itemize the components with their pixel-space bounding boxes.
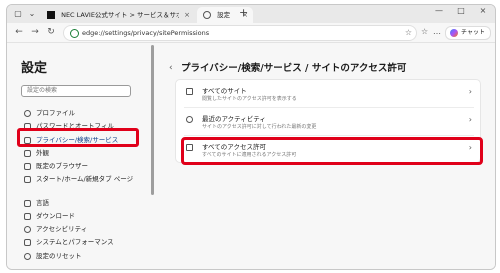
refresh-icon[interactable]: ↻: [45, 26, 57, 38]
close-window-button[interactable]: ×: [475, 6, 491, 15]
tab-close-icon[interactable]: ×: [184, 7, 190, 23]
address-url: edge://settings/privacy/sitePermissions: [82, 29, 210, 37]
row-all-sites[interactable]: すべてのサイト 閲覧したサイトのアクセス許可を表示する ›: [176, 80, 480, 107]
row-recent-activity[interactable]: 最近のアクティビティ サイトのアクセス許可に対して行われた最新の変更 ›: [176, 108, 480, 135]
sidebar-item-system[interactable]: システムとパフォーマンス: [21, 236, 141, 248]
forward-icon[interactable]: →: [29, 26, 41, 38]
sidebar-item-languages[interactable]: 言語: [21, 197, 141, 209]
accessibility-icon: [24, 225, 31, 233]
gear-icon: [203, 11, 211, 19]
recent-activity-icon: [186, 116, 193, 123]
highlight-privacy-item: [17, 128, 139, 147]
row-subtitle: 閲覧したサイトのアクセス許可を表示する: [202, 96, 297, 102]
download-icon: [24, 212, 31, 220]
maximize-button[interactable]: □: [453, 6, 469, 15]
tab-list-chevron-icon[interactable]: ⌄: [25, 8, 39, 20]
tab-nec-lavie[interactable]: NEC LAVIE公式サイト > サービス＆サポ ×: [41, 7, 195, 23]
sidebar-item-appearance[interactable]: 外観: [21, 147, 141, 159]
browser-icon: [24, 162, 31, 170]
more-menu-icon[interactable]: …: [433, 27, 441, 36]
page-title: プライバシー/検索/サービス / サイトのアクセス許可: [181, 63, 407, 74]
tab-title: 設定: [217, 11, 231, 19]
tab-actions-icon[interactable]: ▢: [11, 8, 25, 20]
system-icon: [24, 238, 31, 246]
browser-toolbar: ← → ↻ edge://settings/privacy/sitePermis…: [7, 23, 495, 43]
chevron-right-icon: ›: [468, 115, 472, 124]
sidebar-scrollbar[interactable]: [151, 45, 154, 195]
tab-strip: ▢ ⌄ NEC LAVIE公式サイト > サービス＆サポ × 設定 × + — …: [7, 5, 495, 23]
profile-icon: [24, 109, 31, 117]
favorite-star-icon[interactable]: ☆: [405, 26, 412, 40]
back-icon[interactable]: ←: [13, 26, 25, 38]
new-tab-button[interactable]: +: [239, 6, 248, 19]
back-chevron-icon[interactable]: ‹: [169, 63, 173, 73]
settings-search-input[interactable]: [21, 85, 131, 97]
row-subtitle: サイトのアクセス許可に対して行われた最新の変更: [202, 124, 317, 130]
address-bar[interactable]: edge://settings/privacy/sitePermissions …: [63, 25, 417, 41]
sidebar-item-downloads[interactable]: ダウンロード: [21, 210, 141, 222]
settings-title: 設定: [21, 61, 48, 76]
favorites-icon[interactable]: ☆: [421, 27, 428, 36]
appearance-icon: [24, 149, 31, 157]
minimize-button[interactable]: —: [431, 6, 447, 15]
browser-window: ▢ ⌄ NEC LAVIE公式サイト > サービス＆サポ × 設定 × + — …: [6, 4, 496, 270]
highlight-all-permissions: [181, 137, 483, 165]
chat-button[interactable]: チャット: [445, 26, 491, 40]
sidebar-item-profile[interactable]: プロファイル: [21, 107, 141, 119]
reset-icon: [24, 252, 31, 260]
sidebar-item-accessibility[interactable]: アクセシビリティ: [21, 223, 141, 235]
all-sites-icon: [186, 88, 193, 95]
chevron-right-icon: ›: [468, 87, 472, 96]
settings-sidebar: 設定 プロファイル パスワードとオートフィル プライバシー/検索/サービス 外観…: [7, 43, 151, 269]
sidebar-item-default-browser[interactable]: 既定のブラウザー: [21, 160, 141, 172]
sidebar-item-reset[interactable]: 設定のリセット: [21, 250, 141, 262]
nec-favicon-icon: [47, 11, 55, 19]
row-title: すべてのサイト: [202, 87, 247, 95]
copilot-icon: [450, 29, 458, 37]
row-title: 最近のアクティビティ: [202, 115, 266, 123]
tab-title: NEC LAVIE公式サイト > サービス＆サポ: [61, 11, 180, 19]
sidebar-item-start-home[interactable]: スタート/ホーム/新規タブ ページ: [21, 173, 141, 185]
edge-logo-icon: [70, 29, 79, 38]
language-icon: [24, 199, 31, 207]
home-icon: [24, 175, 31, 183]
